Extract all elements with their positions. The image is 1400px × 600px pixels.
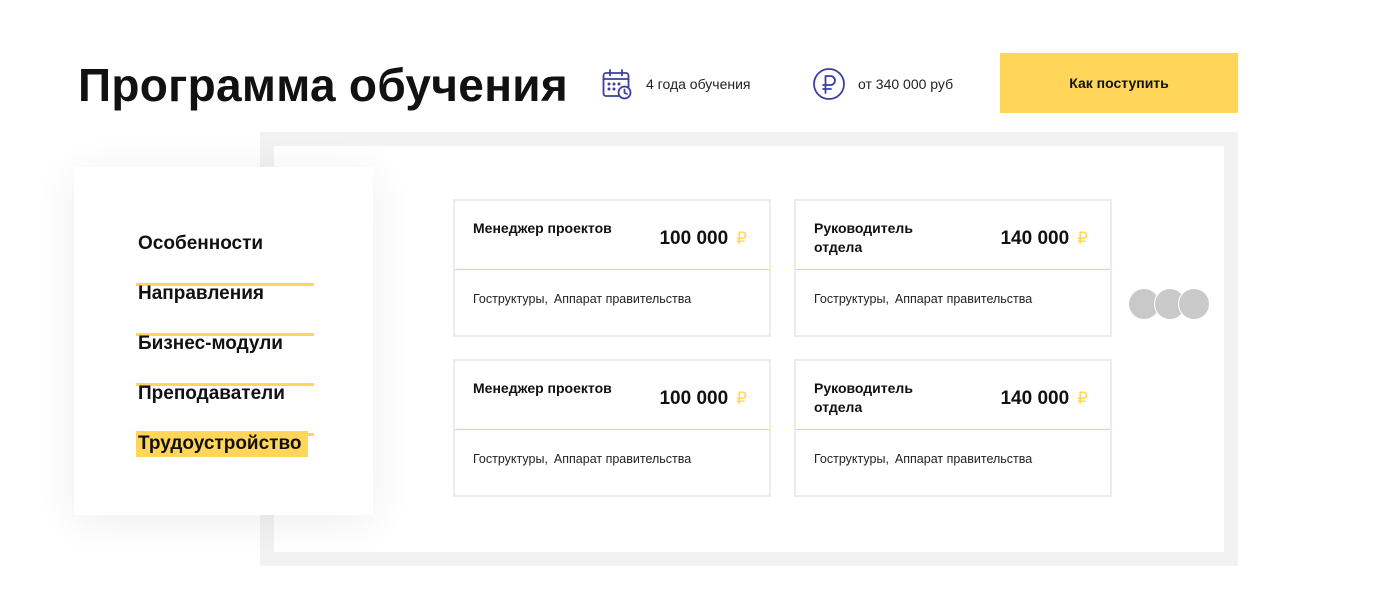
- job-tag: Гоструктуры,: [814, 452, 889, 466]
- ruble-sign: ₽: [736, 389, 747, 408]
- salary-value: 100 000: [659, 388, 729, 409]
- job-tag: Аппарат правительства: [553, 292, 692, 306]
- job-card[interactable]: Руководитель отдела 140 000 ₽ Гоструктур…: [794, 359, 1112, 497]
- job-card[interactable]: Менеджер проектов 100 000 ₽ Гоструктуры,…: [453, 199, 771, 337]
- salary-value: 100 000: [659, 228, 729, 249]
- card-header: Менеджер проектов 100 000 ₽: [455, 201, 769, 270]
- menu-item-label: Преподаватели: [138, 383, 285, 404]
- side-menu: Особенности Направления Бизнес-модули Пр…: [74, 167, 373, 515]
- card-header: Руководитель отдела 140 000 ₽: [796, 201, 1110, 270]
- menu-item-label: Особенности: [138, 233, 264, 254]
- salary-value: 140 000: [1000, 388, 1070, 409]
- job-tag: Гоструктуры,: [814, 292, 889, 306]
- job-card[interactable]: Менеджер проектов 100 000 ₽ Гоструктуры,…: [453, 359, 771, 497]
- info-price: от 340 000 руб: [812, 66, 953, 102]
- duration-text: 4 года обучения: [646, 76, 751, 92]
- job-salary: 100 000 ₽: [659, 388, 747, 410]
- job-salary: 100 000 ₽: [659, 228, 747, 250]
- job-title: Руководитель отдела: [814, 220, 913, 255]
- card-header: Менеджер проектов 100 000 ₽: [455, 361, 769, 430]
- card-header: Руководитель отдела 140 000 ₽: [796, 361, 1110, 430]
- calendar-clock-icon: [600, 67, 634, 101]
- salary-value: 140 000: [1000, 228, 1070, 249]
- menu-item-directions[interactable]: Направления: [136, 283, 314, 336]
- menu-item-teachers[interactable]: Преподаватели: [136, 383, 314, 436]
- ruble-sign: ₽: [736, 229, 747, 248]
- dot-icon: [1178, 288, 1210, 320]
- job-tag: Аппарат правительства: [553, 452, 692, 466]
- ruble-sign: ₽: [1077, 229, 1088, 248]
- menu-item-label: Трудоустройство: [136, 431, 308, 457]
- more-dots-icon[interactable]: [1128, 288, 1210, 320]
- job-tags: Гоструктуры, Аппарат правительства: [473, 292, 691, 306]
- job-tags: Гоструктуры, Аппарат правительства: [814, 292, 1032, 306]
- job-title: Менеджер проектов: [473, 220, 612, 236]
- apply-button[interactable]: Как поступить: [1000, 53, 1238, 113]
- job-title: Менеджер проектов: [473, 380, 612, 396]
- job-tag: Аппарат правительства: [894, 292, 1033, 306]
- menu-item-business-modules[interactable]: Бизнес-модули: [136, 333, 314, 386]
- job-tag: Аппарат правительства: [894, 452, 1033, 466]
- job-salary: 140 000 ₽: [1000, 228, 1088, 250]
- menu-item-employment[interactable]: Трудоустройство: [136, 431, 308, 483]
- menu-item-label: Бизнес-модули: [138, 333, 283, 354]
- page-title: Программа обучения: [78, 59, 568, 111]
- job-tags: Гоструктуры, Аппарат правительства: [814, 452, 1032, 466]
- job-tag: Гоструктуры,: [473, 292, 548, 306]
- menu-item-label: Направления: [138, 283, 264, 304]
- info-duration: 4 года обучения: [600, 66, 751, 102]
- job-title: Руководитель отдела: [814, 380, 913, 415]
- price-text: от 340 000 руб: [858, 76, 954, 92]
- menu-list: Особенности Направления Бизнес-модули Пр…: [136, 233, 314, 483]
- ruble-icon: [812, 67, 846, 101]
- job-card[interactable]: Руководитель отдела 140 000 ₽ Гоструктур…: [794, 199, 1112, 337]
- ruble-sign: ₽: [1077, 389, 1088, 408]
- job-tag: Гоструктуры,: [473, 452, 548, 466]
- job-tags: Гоструктуры, Аппарат правительства: [473, 452, 691, 466]
- job-salary: 140 000 ₽: [1000, 388, 1088, 410]
- menu-item-features[interactable]: Особенности: [136, 233, 314, 286]
